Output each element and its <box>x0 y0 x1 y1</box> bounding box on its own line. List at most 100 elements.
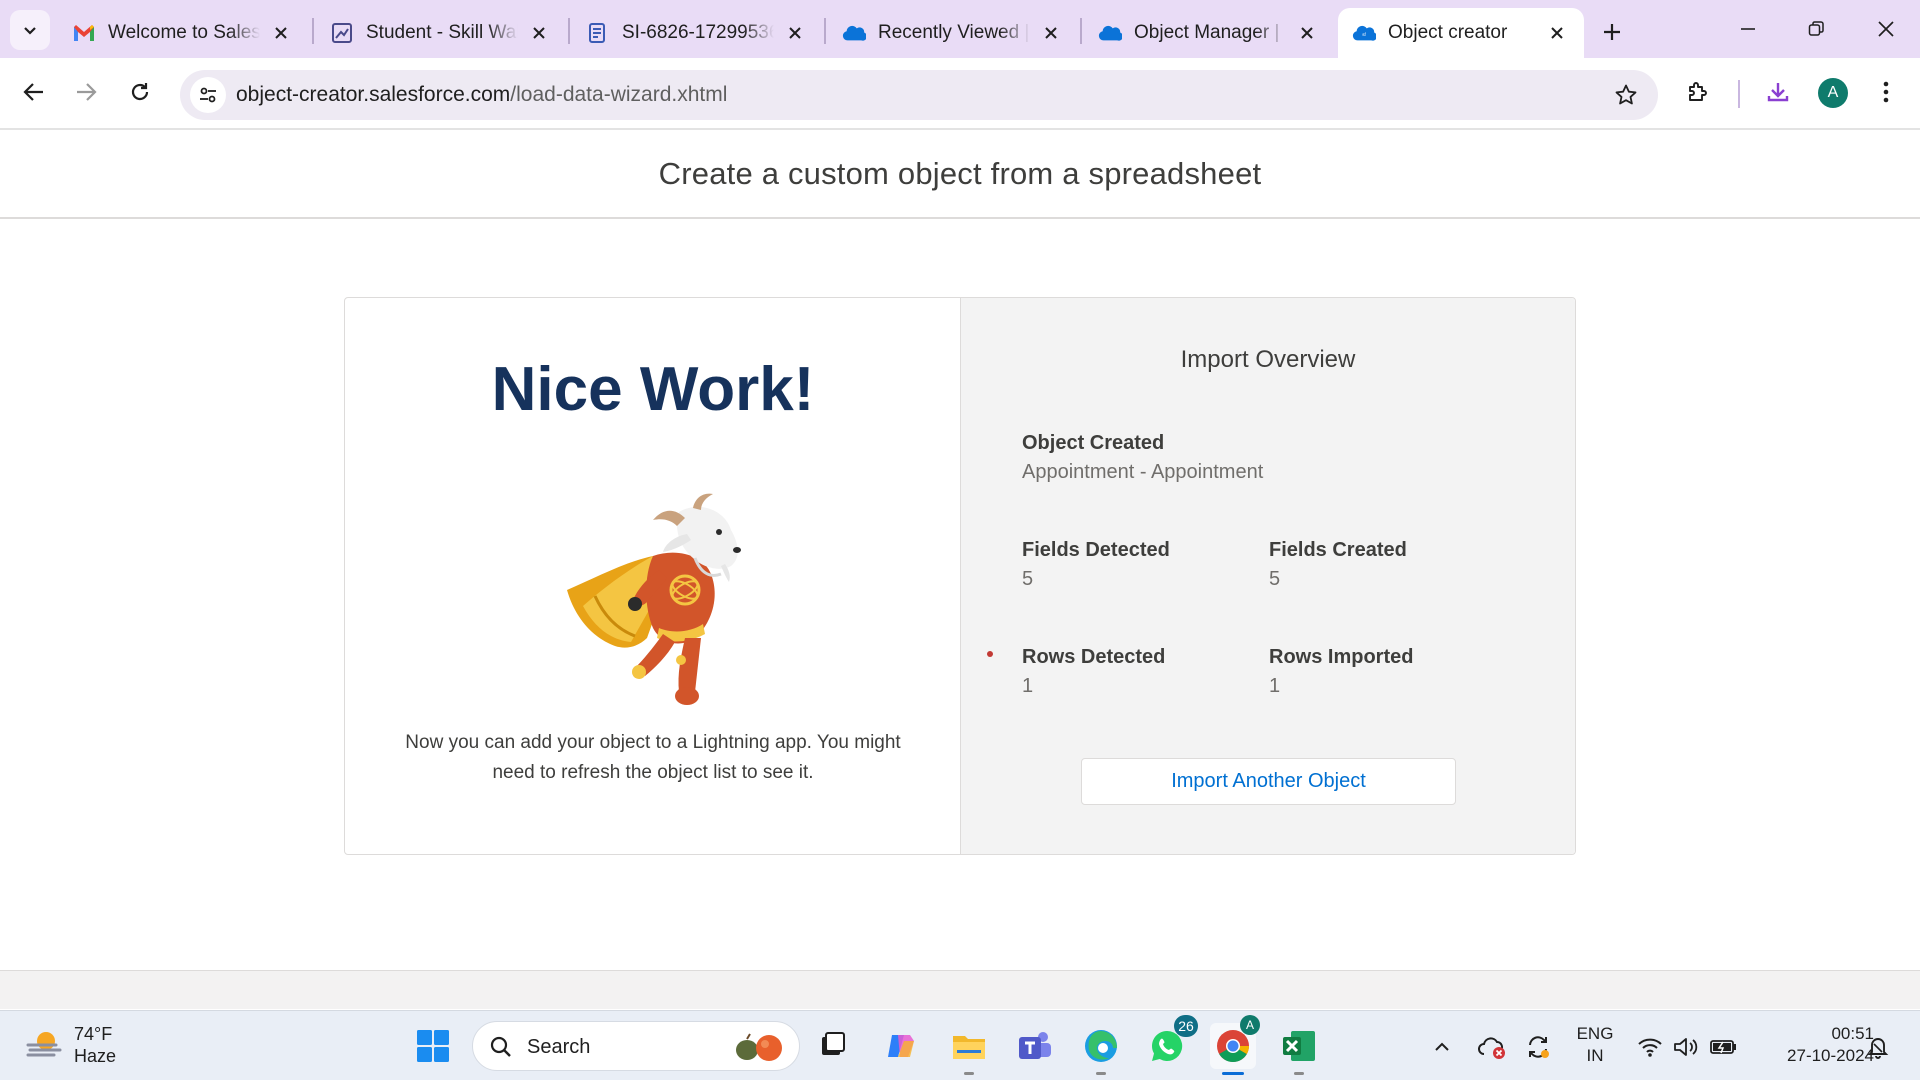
onedrive-status[interactable] <box>1474 1029 1510 1065</box>
success-heading: Nice Work! <box>491 355 815 424</box>
copilot-icon <box>888 1035 914 1057</box>
tab-divider <box>568 18 570 44</box>
whatsapp-button[interactable]: 26 <box>1144 1015 1198 1069</box>
rows-imported-label: Rows Imported <box>1269 646 1414 668</box>
wifi-icon <box>1638 1038 1662 1057</box>
clock-time: 00:51 <box>1831 1024 1874 1043</box>
downloads-button[interactable] <box>1758 72 1798 112</box>
close-icon[interactable] <box>526 20 552 46</box>
excel-icon <box>1283 1031 1315 1061</box>
url-path: /load-data-wizard.xhtml <box>510 83 728 106</box>
battery-status[interactable] <box>1708 1029 1740 1065</box>
speaker-icon <box>1674 1038 1698 1056</box>
close-icon <box>1878 21 1894 37</box>
status-indicator-dot <box>987 651 993 657</box>
sync-status[interactable] <box>1520 1029 1556 1065</box>
tab-title: Student - Skill Wallet <box>366 22 518 43</box>
tab-title: Object creator <box>1388 22 1508 43</box>
weather-widget[interactable]: 74°F Haze <box>24 1023 116 1067</box>
running-indicator <box>964 1072 974 1075</box>
salesforce-icon: sf <box>1352 21 1376 45</box>
weather-text: 74°F Haze <box>74 1023 116 1067</box>
bookmark-button[interactable] <box>1610 79 1642 111</box>
salesforce-cloud-icon <box>842 21 866 45</box>
tab-object-manager[interactable]: Object Manager | Salesforce <box>1084 8 1334 58</box>
import-overview-panel: Import Overview Object Created Appointme… <box>961 298 1575 854</box>
url-text[interactable]: object-creator.salesforce.com/load-data-… <box>236 83 727 107</box>
tab-document[interactable]: SI-6826-1729953600 <box>572 8 822 58</box>
browser-tab-strip: Welcome to Salesforce Student - Skill Wa… <box>0 0 1920 58</box>
document-icon <box>586 21 610 45</box>
puzzle-icon <box>1689 82 1707 101</box>
notifications-button[interactable] <box>1862 1029 1894 1065</box>
tab-search-button[interactable] <box>10 10 50 50</box>
browser-menu-button[interactable] <box>1866 72 1906 112</box>
edge-icon <box>1085 1030 1117 1062</box>
extensions-button[interactable] <box>1678 72 1718 112</box>
minimize-icon <box>1741 28 1755 30</box>
tab-skill-wallet[interactable]: Student - Skill Wallet <box>316 8 566 58</box>
forward-button[interactable] <box>66 72 106 112</box>
arrow-left-icon <box>23 83 43 101</box>
tab-recently-viewed[interactable]: Recently Viewed | Salesforce <box>828 8 1078 58</box>
profile-avatar[interactable]: A <box>1818 78 1848 108</box>
chrome-profile-badge: A <box>1240 1015 1260 1035</box>
tab-object-creator[interactable]: sf Object creator <box>1338 8 1584 58</box>
running-indicator <box>1096 1072 1106 1075</box>
file-explorer-button[interactable] <box>946 1023 992 1075</box>
tune-icon <box>200 87 216 103</box>
input-language-indicator[interactable]: ENG IN <box>1572 1023 1618 1067</box>
minimize-button[interactable] <box>1722 8 1774 50</box>
language-code: ENG <box>1576 1024 1614 1043</box>
teams-button[interactable] <box>1012 1023 1058 1069</box>
network-status[interactable] <box>1634 1029 1666 1065</box>
weather-description: Haze <box>74 1046 117 1066</box>
start-button[interactable] <box>410 1023 456 1069</box>
task-view-button[interactable] <box>810 1023 856 1069</box>
taskbar-search[interactable]: Search <box>472 1021 800 1071</box>
clock-date: 27-10-2024 <box>1787 1046 1874 1065</box>
search-placeholder: Search <box>527 1036 591 1058</box>
system-clock[interactable]: 00:51 27-10-2024 <box>1746 1023 1874 1067</box>
toolbar-divider <box>1738 80 1740 108</box>
windows-taskbar: 74°F Haze Search 26 A ENG IN 00:51 27-10… <box>0 1010 1920 1080</box>
folder-icon <box>953 1036 985 1059</box>
back-button[interactable] <box>14 72 54 112</box>
success-panel: Nice Work! Now you can add your object t… <box>345 298 961 854</box>
import-overview-title: Import Overview <box>1180 346 1356 373</box>
reload-button[interactable] <box>120 72 160 112</box>
close-icon[interactable] <box>1544 20 1570 46</box>
excel-button[interactable] <box>1276 1023 1322 1075</box>
copilot-button[interactable] <box>878 1023 924 1069</box>
tab-divider <box>312 18 314 44</box>
search-highlight-fruits-icon <box>736 1033 782 1061</box>
edge-button[interactable] <box>1078 1023 1124 1075</box>
close-icon[interactable] <box>268 20 294 46</box>
site-info-button[interactable] <box>190 77 226 113</box>
close-icon[interactable] <box>1294 20 1320 46</box>
rows-imported-value: 1 <box>1269 675 1281 697</box>
show-hidden-icons-button[interactable] <box>1424 1029 1460 1065</box>
close-icon[interactable] <box>782 20 808 46</box>
address-bar[interactable]: object-creator.salesforce.com/load-data-… <box>180 70 1658 120</box>
object-created-label: Object Created <box>1022 432 1165 454</box>
weather-temperature: 74°F <box>74 1024 113 1044</box>
restore-button[interactable] <box>1790 8 1842 50</box>
import-another-object-button[interactable]: Import Another Object <box>1081 758 1456 805</box>
volume-control[interactable] <box>1670 1029 1702 1065</box>
chrome-button[interactable]: A <box>1210 1015 1260 1075</box>
running-indicator <box>1294 1072 1304 1075</box>
close-window-button[interactable] <box>1860 8 1912 50</box>
tab-gmail[interactable]: Welcome to Salesforce <box>58 8 308 58</box>
notification-badge: 26 <box>1174 1015 1198 1037</box>
notification-bell-icon <box>1867 1038 1889 1059</box>
rows-detected-value: 1 <box>1022 675 1034 697</box>
page-header: Create a custom object from a spreadshee… <box>0 131 1920 219</box>
sync-icon <box>1529 1036 1549 1058</box>
fields-created-label: Fields Created <box>1269 539 1407 561</box>
tab-title: SI-6826-1729953600 <box>622 22 774 43</box>
new-tab-button[interactable] <box>1594 14 1630 50</box>
more-vertical-icon <box>1883 81 1889 103</box>
close-icon[interactable] <box>1038 20 1064 46</box>
windows-logo-icon <box>417 1030 449 1062</box>
